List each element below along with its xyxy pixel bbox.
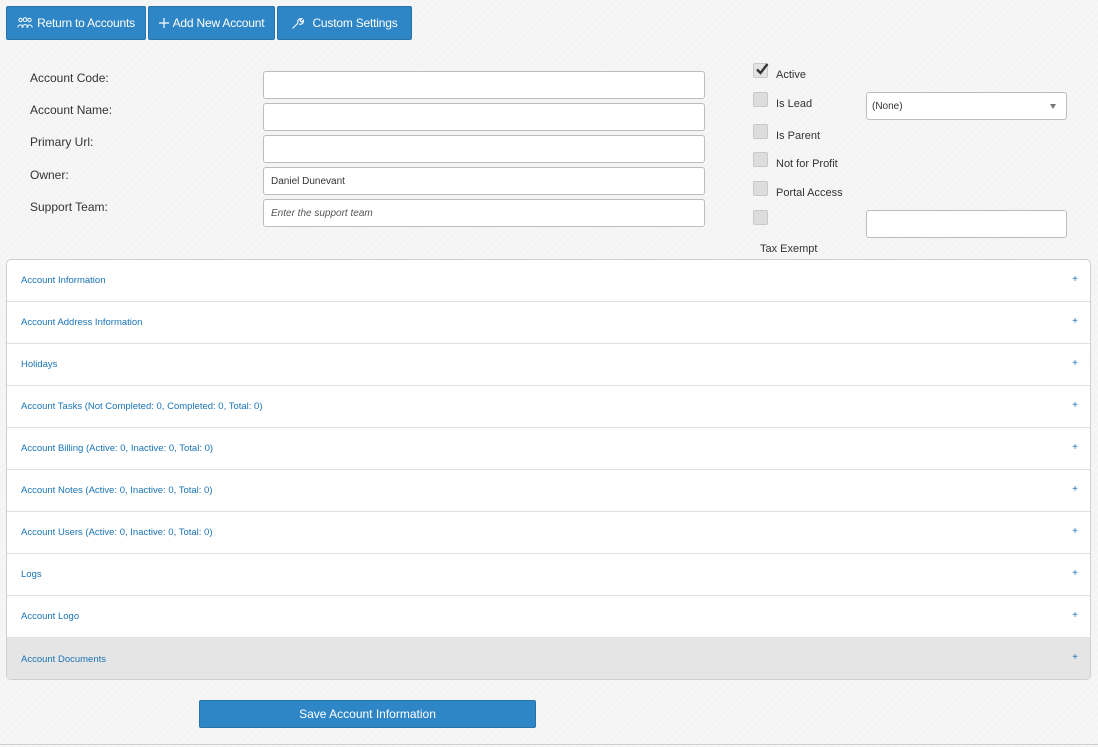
is-lead-checkbox[interactable] bbox=[753, 92, 768, 107]
custom-settings-button[interactable]: Custom Settings bbox=[277, 6, 412, 40]
toolbar: Return to Accounts Add New Account Custo… bbox=[6, 6, 412, 40]
support-team-input[interactable]: Enter the support team bbox=[263, 199, 705, 227]
lead-select-value: (None) bbox=[872, 100, 903, 112]
not-for-profit-label: Not for Profit bbox=[776, 158, 838, 170]
section-label: Account Tasks (Not Completed: 0, Complet… bbox=[21, 401, 263, 412]
account-code-label: Account Code: bbox=[30, 71, 109, 85]
expand-icon[interactable]: + bbox=[1072, 400, 1078, 411]
section-account-documents[interactable]: Account Documents + bbox=[7, 638, 1090, 679]
account-name-label: Account Name: bbox=[30, 103, 113, 117]
tax-exempt-input[interactable] bbox=[866, 210, 1067, 238]
expand-icon[interactable]: + bbox=[1072, 358, 1078, 369]
is-parent-label: Is Parent bbox=[776, 130, 821, 142]
save-account-button[interactable]: Save Account Information bbox=[199, 700, 536, 728]
section-account-billing[interactable]: Account Billing (Active: 0, Inactive: 0,… bbox=[7, 428, 1090, 470]
active-label: Active bbox=[776, 69, 806, 81]
sections-accordion: Account Information + Account Address In… bbox=[6, 259, 1091, 680]
section-label: Account Information bbox=[21, 275, 106, 286]
portal-access-label: Portal Access bbox=[776, 187, 843, 199]
owner-input[interactable]: Daniel Dunevant bbox=[263, 167, 705, 195]
wrench-icon bbox=[291, 17, 305, 30]
expand-icon[interactable]: + bbox=[1072, 484, 1078, 495]
add-new-account-label: Add New Account bbox=[172, 16, 265, 30]
section-label: Account Address Information bbox=[21, 317, 143, 328]
owner-label: Owner: bbox=[30, 168, 69, 182]
expand-icon[interactable]: + bbox=[1072, 442, 1078, 453]
is-parent-checkbox[interactable] bbox=[753, 124, 768, 139]
custom-settings-label: Custom Settings bbox=[312, 16, 398, 30]
expand-icon[interactable]: + bbox=[1072, 652, 1078, 663]
plus-icon bbox=[158, 18, 169, 28]
section-account-address-information[interactable]: Account Address Information + bbox=[7, 302, 1090, 344]
tax-exempt-label: Tax Exempt bbox=[760, 243, 818, 255]
section-label: Account Users (Active: 0, Inactive: 0, T… bbox=[21, 527, 213, 538]
primary-url-label: Primary Url: bbox=[30, 135, 94, 149]
account-name-input[interactable] bbox=[263, 103, 705, 131]
return-to-accounts-label: Return to Accounts bbox=[37, 16, 135, 30]
return-to-accounts-button[interactable]: Return to Accounts bbox=[6, 6, 146, 40]
section-label: Account Billing (Active: 0, Inactive: 0,… bbox=[21, 443, 214, 454]
section-label: Account Logo bbox=[21, 611, 80, 622]
section-account-tasks[interactable]: Account Tasks (Not Completed: 0, Complet… bbox=[7, 386, 1090, 428]
expand-icon[interactable]: + bbox=[1072, 526, 1078, 537]
expand-icon[interactable]: + bbox=[1072, 316, 1078, 327]
primary-url-input[interactable] bbox=[263, 135, 705, 163]
lead-select[interactable]: (None) bbox=[866, 92, 1067, 120]
section-account-logo[interactable]: Account Logo + bbox=[7, 596, 1090, 638]
active-checkbox[interactable] bbox=[753, 63, 769, 78]
chevron-down-icon bbox=[1050, 103, 1056, 109]
section-label: Logs bbox=[21, 569, 42, 580]
support-team-label: Support Team: bbox=[30, 200, 108, 214]
account-code-input[interactable] bbox=[263, 71, 705, 99]
not-for-profit-checkbox[interactable] bbox=[753, 152, 768, 167]
section-account-notes[interactable]: Account Notes (Active: 0, Inactive: 0, T… bbox=[7, 470, 1090, 512]
is-lead-label: Is Lead bbox=[776, 98, 813, 110]
add-new-account-button[interactable]: Add New Account bbox=[148, 6, 275, 40]
expand-icon[interactable]: + bbox=[1072, 568, 1078, 579]
expand-icon[interactable]: + bbox=[1072, 274, 1078, 285]
users-icon bbox=[17, 17, 33, 29]
section-label: Holidays bbox=[21, 359, 58, 370]
section-account-information[interactable]: Account Information + bbox=[7, 260, 1090, 302]
section-label: Account Notes (Active: 0, Inactive: 0, T… bbox=[21, 485, 213, 496]
section-holidays[interactable]: Holidays + bbox=[7, 344, 1090, 386]
section-logs[interactable]: Logs + bbox=[7, 554, 1090, 596]
section-label: Account Documents bbox=[21, 653, 107, 665]
divider bbox=[0, 744, 1098, 745]
section-account-users[interactable]: Account Users (Active: 0, Inactive: 0, T… bbox=[7, 512, 1090, 554]
tax-exempt-checkbox[interactable] bbox=[753, 210, 768, 225]
portal-access-checkbox[interactable] bbox=[753, 181, 768, 196]
expand-icon[interactable]: + bbox=[1072, 610, 1078, 621]
